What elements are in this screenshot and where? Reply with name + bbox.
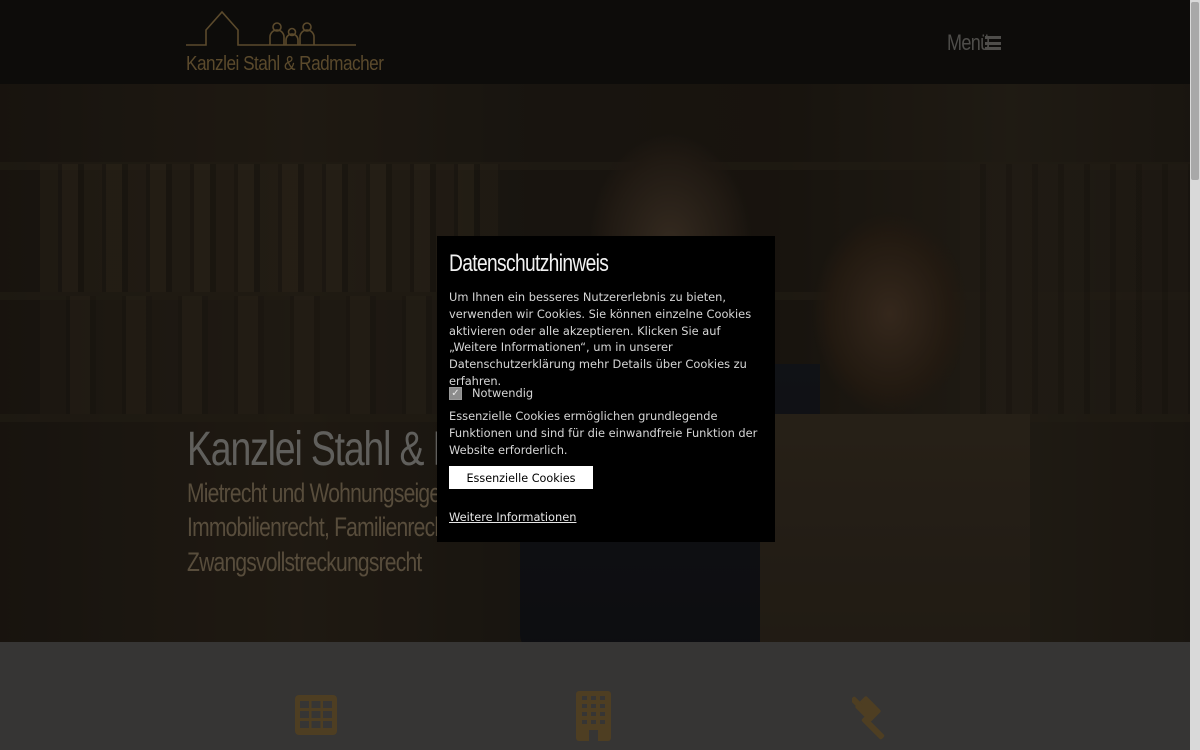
page-scrollbar[interactable]	[1190, 0, 1200, 750]
features-section	[0, 642, 1190, 750]
site-header: Kanzlei Stahl & Radmacher Menü	[0, 0, 1190, 84]
necessary-checkbox[interactable]: ✓	[449, 386, 462, 400]
calendar-grid-icon	[295, 695, 337, 735]
necessary-label: Notwendig	[472, 386, 534, 400]
menu-button[interactable]: Menü	[947, 29, 1001, 57]
logo[interactable]: Kanzlei Stahl & Radmacher	[186, 8, 384, 78]
modal-title: Datenschutzhinweis	[449, 250, 609, 277]
more-information-link[interactable]: Weitere Informationen	[449, 510, 576, 524]
necessary-description: Essenzielle Cookies ermöglichen grundleg…	[449, 409, 758, 457]
modal-description: Um Ihnen ein besseres Nutzererlebnis zu …	[449, 290, 752, 388]
logo-text: Kanzlei Stahl & Radmacher	[186, 53, 384, 75]
scrollbar-thumb[interactable]	[1191, 2, 1199, 180]
hero-subtitle-line-3: Zwangsvollstreckungsrecht	[187, 547, 422, 577]
cookie-consent-modal: Datenschutzhinweis Um Ihnen ein besseres…	[437, 236, 775, 542]
checkmark-icon: ✓	[451, 387, 460, 399]
logo-house-icon	[186, 10, 356, 46]
building-icon	[576, 691, 611, 741]
menu-label: Menü	[947, 30, 990, 55]
accept-essential-cookies-button[interactable]: Essenzielle Cookies zulassen	[449, 466, 593, 508]
gavel-icon	[852, 696, 885, 740]
necessary-cookies-row: ✓ Notwendig	[449, 386, 533, 400]
